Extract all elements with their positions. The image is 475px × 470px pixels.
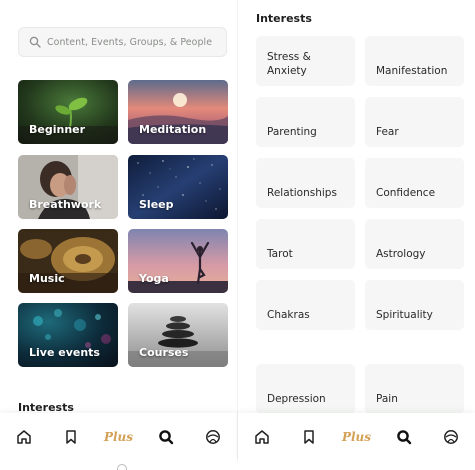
category-label: Sleep	[139, 198, 174, 211]
plus-label: Plus	[103, 430, 133, 444]
interests-title: Interests	[256, 12, 312, 25]
interest-card-manifestation[interactable]: Manifestation	[365, 36, 464, 86]
interest-label: Confidence	[376, 187, 436, 199]
plus-label: Plus	[341, 430, 371, 444]
category-label: Music	[29, 272, 65, 285]
explore-screen: Content, Events, Groups, & People Beginn…	[0, 0, 237, 470]
category-tile-meditation[interactable]: Meditation	[128, 80, 228, 144]
interest-card-fear[interactable]: Fear	[365, 97, 464, 147]
interest-card-pain[interactable]: Pain	[365, 364, 464, 414]
home-icon	[16, 430, 31, 444]
interest-label: Fear	[376, 126, 399, 138]
nav-plus[interactable]: Plus	[341, 423, 371, 451]
nav-search[interactable]	[390, 423, 418, 451]
system-bar	[0, 461, 475, 470]
compass-icon	[444, 430, 459, 444]
interest-label: Chakras	[267, 309, 310, 321]
category-label: Yoga	[139, 272, 169, 285]
compass-icon	[206, 430, 221, 444]
nav-profile[interactable]	[437, 423, 465, 451]
search-icon	[29, 36, 41, 48]
bookmark-icon	[66, 430, 76, 444]
home-indicator	[117, 464, 127, 470]
bottom-nav: Plus	[0, 413, 237, 461]
nav-home[interactable]	[248, 423, 276, 451]
nav-plus[interactable]: Plus	[103, 423, 133, 451]
category-tile-yoga[interactable]: Yoga	[128, 229, 228, 293]
nav-home[interactable]	[10, 423, 38, 451]
category-tile-beginner[interactable]: Beginner	[18, 80, 118, 144]
search-input[interactable]: Content, Events, Groups, & People	[18, 27, 227, 57]
interest-card-tarot[interactable]: Tarot	[256, 219, 355, 269]
interest-card-astrology[interactable]: Astrology	[365, 219, 464, 269]
search-icon	[159, 430, 174, 445]
interest-card-confidence[interactable]: Confidence	[365, 158, 464, 208]
search-icon	[397, 430, 412, 445]
category-label: Courses	[139, 346, 189, 359]
interest-label: Relationships	[267, 187, 337, 199]
category-label: Live events	[29, 346, 100, 359]
category-label: Breathwork	[29, 198, 102, 211]
bookmark-icon	[304, 430, 314, 444]
interest-label: Manifestation	[376, 65, 448, 77]
category-tile-courses[interactable]: Courses	[128, 303, 228, 367]
interest-card-parenting[interactable]: Parenting	[256, 97, 355, 147]
category-tile-live-events[interactable]: Live events	[18, 303, 118, 367]
interest-label: Pain	[376, 393, 398, 405]
interest-label: Astrology	[376, 248, 426, 260]
home-icon	[254, 430, 269, 444]
category-tile-breathwork[interactable]: Breathwork	[18, 155, 118, 219]
interest-label: Spirituality	[376, 309, 433, 321]
bottom-nav: Plus	[238, 413, 475, 461]
nav-saved[interactable]	[57, 423, 85, 451]
interest-label: Stress & Anxiety	[267, 51, 311, 77]
interest-card-depression[interactable]: Depression	[256, 364, 355, 414]
interests-screen: Interests Stress & Anxiety Manifestation…	[238, 0, 475, 470]
category-label: Beginner	[29, 123, 86, 136]
interest-label: Depression	[267, 393, 326, 405]
interest-card-chakras[interactable]: Chakras	[256, 280, 355, 330]
category-tile-sleep[interactable]: Sleep	[128, 155, 228, 219]
interest-label: Tarot	[267, 248, 293, 260]
search-placeholder: Content, Events, Groups, & People	[47, 36, 213, 48]
interest-card-spirituality[interactable]: Spirituality	[365, 280, 464, 330]
category-tile-music[interactable]: Music	[18, 229, 118, 293]
nav-saved[interactable]	[295, 423, 323, 451]
category-label: Meditation	[139, 123, 207, 136]
nav-profile[interactable]	[199, 423, 227, 451]
interest-label: Parenting	[267, 126, 317, 138]
interest-card-relationships[interactable]: Relationships	[256, 158, 355, 208]
nav-search[interactable]	[152, 423, 180, 451]
interest-card-stress-anxiety[interactable]: Stress & Anxiety	[256, 36, 355, 86]
